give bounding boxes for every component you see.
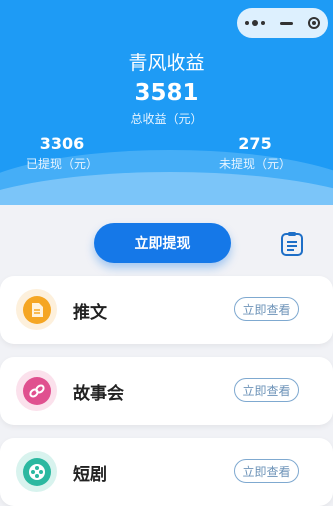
view-now-button[interactable]: 立即查看 (234, 459, 299, 483)
total-earnings-value: 3581 (134, 80, 199, 106)
view-now-button[interactable]: 立即查看 (234, 297, 299, 321)
pending-value: 275 (238, 134, 272, 153)
pending-label: 未提现（元） (218, 157, 291, 171)
link-icon (16, 370, 57, 411)
document-icon (16, 289, 57, 330)
more-icon[interactable] (244, 20, 265, 26)
earnings-header: 青风收益 3581 总收益（元） 3306 已提现（元） 275 未提现（元） (0, 0, 333, 205)
clipboard-icon[interactable] (280, 231, 304, 257)
withdrawn-value: 3306 (39, 134, 85, 153)
view-now-button[interactable]: 立即查看 (234, 378, 299, 402)
withdrawn-stat: 3306 已提现（元） (22, 134, 102, 172)
list-item-tuiwen[interactable]: 推文 立即查看 (0, 276, 333, 344)
total-earnings-label: 总收益（元） (130, 112, 203, 126)
withdraw-button[interactable]: 立即提现 (94, 223, 231, 263)
page-title: 青风收益 (128, 52, 205, 74)
withdrawn-label: 已提现（元） (25, 157, 98, 171)
list-item-duanju[interactable]: 短剧 立即查看 (0, 438, 333, 506)
item-name: 短剧 (73, 465, 107, 485)
item-name: 故事会 (73, 384, 124, 404)
close-target-icon[interactable] (308, 17, 321, 29)
pending-stat: 275 未提现（元） (213, 134, 297, 172)
item-name: 推文 (73, 303, 107, 323)
film-reel-icon (16, 451, 57, 492)
minimize-icon[interactable] (279, 21, 293, 25)
list-item-gushihui[interactable]: 故事会 立即查看 (0, 357, 333, 425)
miniprogram-capsule (237, 8, 328, 38)
